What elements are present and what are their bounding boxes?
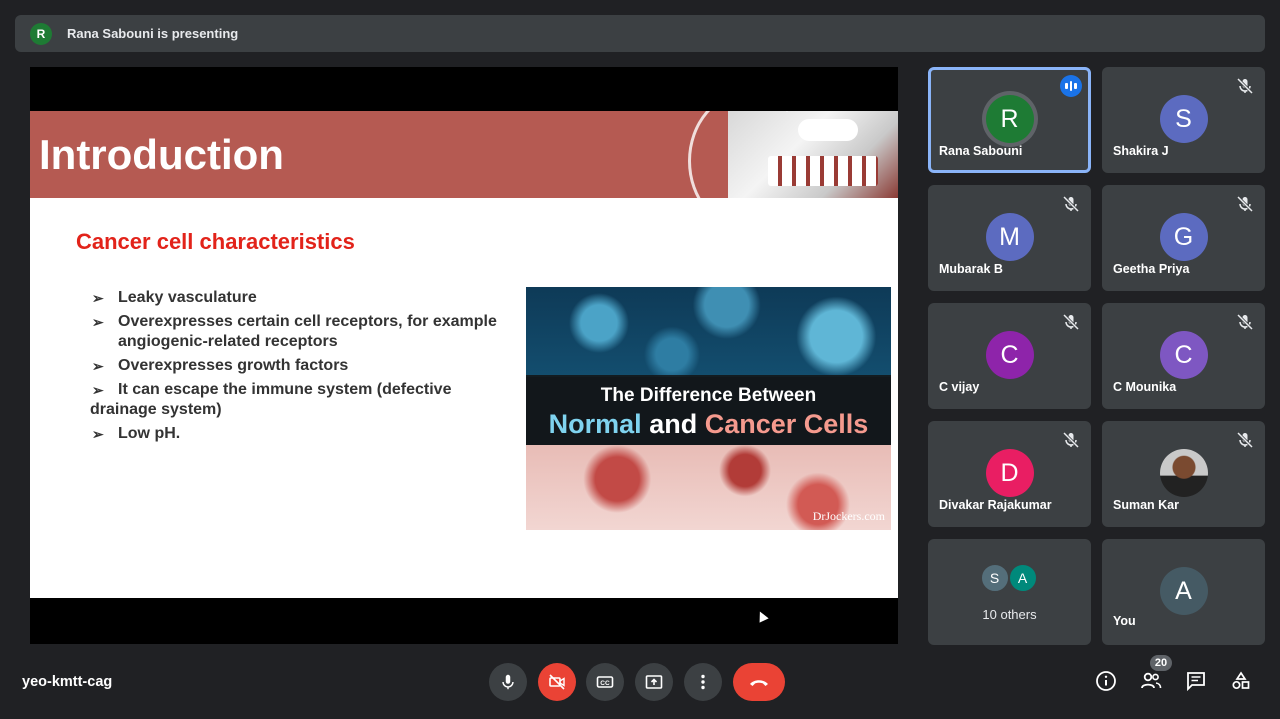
mic-off-icon [1236, 195, 1254, 213]
participant-name: Mubarak B [939, 262, 1003, 276]
slide-header: Introduction [30, 111, 898, 231]
bullet-item: ➢ It can escape the immune system (defect… [90, 381, 452, 418]
participant-name: Rana Sabouni [939, 144, 1023, 158]
info-icon [1096, 671, 1116, 691]
others-avatars: S A [979, 563, 1038, 593]
self-tile[interactable]: A You [1102, 539, 1265, 645]
cell-comparison-image: The Difference Between Normal and Cancer… [526, 287, 891, 530]
leave-call-button[interactable] [733, 663, 785, 701]
speaking-icon [1060, 75, 1082, 97]
mic-icon [502, 674, 514, 690]
mic-off-icon [1062, 195, 1080, 213]
meeting-code: yeo-kmtt-cag [22, 674, 113, 690]
captions-button[interactable]: CC [586, 663, 624, 701]
others-tile[interactable]: S A 10 others [928, 539, 1091, 645]
participant-tile[interactable]: M Mubarak B [928, 185, 1091, 291]
svg-text:CC: CC [600, 680, 610, 687]
participant-tile[interactable]: R Rana Sabouni [928, 67, 1091, 173]
meeting-details-button[interactable] [1094, 669, 1118, 693]
hangup-icon [750, 680, 768, 686]
bullet-item: ➢ Low pH. [92, 425, 181, 442]
avatar: A [1007, 563, 1038, 593]
people-icon [1141, 672, 1162, 689]
bullet-item: ➢ Overexpresses growth factors [92, 357, 349, 374]
pills-photo [688, 111, 898, 231]
participant-name: Shakira J [1113, 144, 1169, 158]
bottom-bar: yeo-kmtt-cag CC 20 [0, 655, 1280, 719]
mic-off-icon [1062, 431, 1080, 449]
participant-count-badge: 20 [1150, 655, 1172, 671]
more-options-button[interactable] [684, 663, 722, 701]
participant-tile[interactable]: C C Mounika [1102, 303, 1265, 409]
avatar: M [985, 213, 1034, 261]
participant-name: Geetha Priya [1113, 262, 1190, 276]
mic-off-icon [1236, 431, 1254, 449]
avatar: R [985, 95, 1034, 143]
activities-icon [1232, 671, 1250, 690]
camera-off-icon [549, 674, 565, 690]
presenting-text: Rana Sabouni is presenting [67, 26, 239, 41]
avatar: C [985, 331, 1034, 379]
image-caption-line1: The Difference Between [600, 385, 817, 406]
captions-icon: CC [596, 676, 614, 688]
bullet-list: ➢ Leaky vasculature ➢ Overexpresses certai… [90, 288, 530, 448]
bullet-item: ➢ Overexpresses certain cell receptors, f… [92, 313, 497, 350]
mic-off-icon [1236, 77, 1254, 95]
participant-name: C Mounika [1113, 380, 1177, 394]
image-caption-line2: Normal and Cancer Cells [548, 409, 869, 439]
bullet-item: ➢ Leaky vasculature [92, 289, 257, 306]
presenter-avatar: R [30, 22, 52, 45]
mic-button[interactable] [489, 663, 527, 701]
participant-tile[interactable]: G Geetha Priya [1102, 185, 1265, 291]
slide-subtitle: Cancer cell characteristics [76, 229, 355, 254]
avatar: G [1159, 213, 1208, 261]
slide-title: Introduction [39, 131, 284, 178]
avatar: D [985, 449, 1034, 497]
avatar-photo [1159, 449, 1208, 497]
participant-tile[interactable]: S Shakira J [1102, 67, 1265, 173]
presentation-stage: Introduction Cancer cell characteristics… [30, 67, 898, 644]
participant-tile[interactable]: Suman Kar [1102, 421, 1265, 527]
image-brand: DrJockers.com [812, 509, 885, 523]
activities-button[interactable] [1229, 669, 1253, 693]
more-icon [701, 674, 705, 690]
avatar: A [1159, 567, 1208, 615]
participant-tile[interactable]: C C vijay [928, 303, 1091, 409]
present-icon [645, 675, 663, 689]
others-label: 10 others [982, 607, 1037, 622]
people-button[interactable] [1139, 669, 1163, 693]
presenting-bar: R Rana Sabouni is presenting [15, 15, 1265, 52]
participant-name: C vijay [939, 380, 980, 394]
participant-name: Divakar Rajakumar [939, 498, 1052, 512]
avatar: C [1159, 331, 1208, 379]
participant-tile[interactable]: D Divakar Rajakumar [928, 421, 1091, 527]
camera-button[interactable] [538, 663, 576, 701]
chat-icon [1187, 672, 1205, 692]
mic-off-icon [1062, 313, 1080, 331]
participant-name: You [1113, 614, 1136, 628]
present-button[interactable] [635, 663, 673, 701]
avatar: S [1159, 95, 1208, 143]
slide: Introduction Cancer cell characteristics… [30, 111, 898, 598]
participant-name: Suman Kar [1113, 498, 1179, 512]
avatar: S [979, 563, 1010, 593]
mic-off-icon [1236, 313, 1254, 331]
chat-button[interactable] [1184, 669, 1208, 693]
